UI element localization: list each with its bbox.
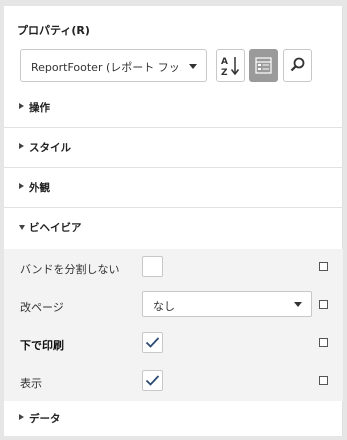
chevron-right-icon [19, 183, 24, 189]
section-label: データ [29, 413, 61, 425]
property-marker-icon[interactable] [319, 262, 328, 271]
property-name: 表示 [20, 377, 42, 390]
search-icon [290, 57, 305, 72]
section-data[interactable]: データ [4, 399, 343, 439]
property-marker-icon[interactable] [319, 376, 328, 385]
chevron-right-icon [19, 103, 24, 109]
chevron-down-icon [19, 225, 25, 230]
chevron-right-icon [19, 143, 24, 149]
property-row-print-at-bottom: 下で印刷 [4, 325, 343, 363]
keep-together-checkbox[interactable] [142, 256, 163, 277]
property-row-keep-together: バンドを分割しない [4, 249, 343, 287]
section-label: 外観 [29, 182, 50, 194]
visible-checkbox[interactable] [142, 370, 163, 391]
property-row-page-break: 改ページ なし [4, 287, 343, 325]
section-label: 操作 [29, 102, 50, 114]
print-at-bottom-checkbox[interactable] [142, 332, 163, 353]
chevron-down-icon [189, 64, 197, 69]
categorized-view-button[interactable] [249, 49, 278, 82]
svg-text:A: A [221, 57, 228, 67]
object-selector[interactable]: ReportFooter (レポート フッ... [20, 49, 207, 82]
chevron-down-icon [294, 302, 302, 307]
property-marker-icon[interactable] [319, 338, 328, 347]
section-label: ビヘイビア [29, 222, 82, 234]
property-name: 改ページ [20, 301, 64, 314]
property-row-visible: 表示 [4, 363, 343, 401]
checkmark-icon [145, 375, 160, 386]
chevron-right-icon [19, 414, 24, 420]
section-operation[interactable]: 操作 [4, 88, 343, 128]
property-name: バンドを分割しない [20, 263, 120, 276]
property-name: 下で印刷 [20, 339, 64, 352]
section-label: スタイル [29, 142, 71, 154]
panel-title: プロパティ(R) [17, 24, 90, 37]
svg-text:Z: Z [221, 68, 228, 78]
page-break-select[interactable]: なし [142, 291, 312, 317]
section-appearance[interactable]: 外観 [4, 168, 343, 208]
section-style[interactable]: スタイル [4, 128, 343, 168]
categorized-view-icon [255, 57, 272, 74]
sort-alphabetical-button[interactable]: A Z [216, 49, 245, 82]
properties-panel: プロパティ(R) ReportFooter (レポート フッ... A Z 操作… [4, 6, 343, 436]
page-break-value: なし [153, 300, 175, 313]
section-behavior[interactable]: ビヘイビア [4, 208, 343, 248]
search-button[interactable] [283, 49, 312, 82]
object-selector-value: ReportFooter (レポート フッ... [31, 61, 181, 74]
property-marker-icon[interactable] [319, 300, 328, 309]
sort-az-icon: A Z [221, 57, 240, 78]
behavior-properties: バンドを分割しない 改ページ なし 下で印刷 表示 [4, 249, 343, 401]
checkmark-icon [145, 337, 160, 348]
